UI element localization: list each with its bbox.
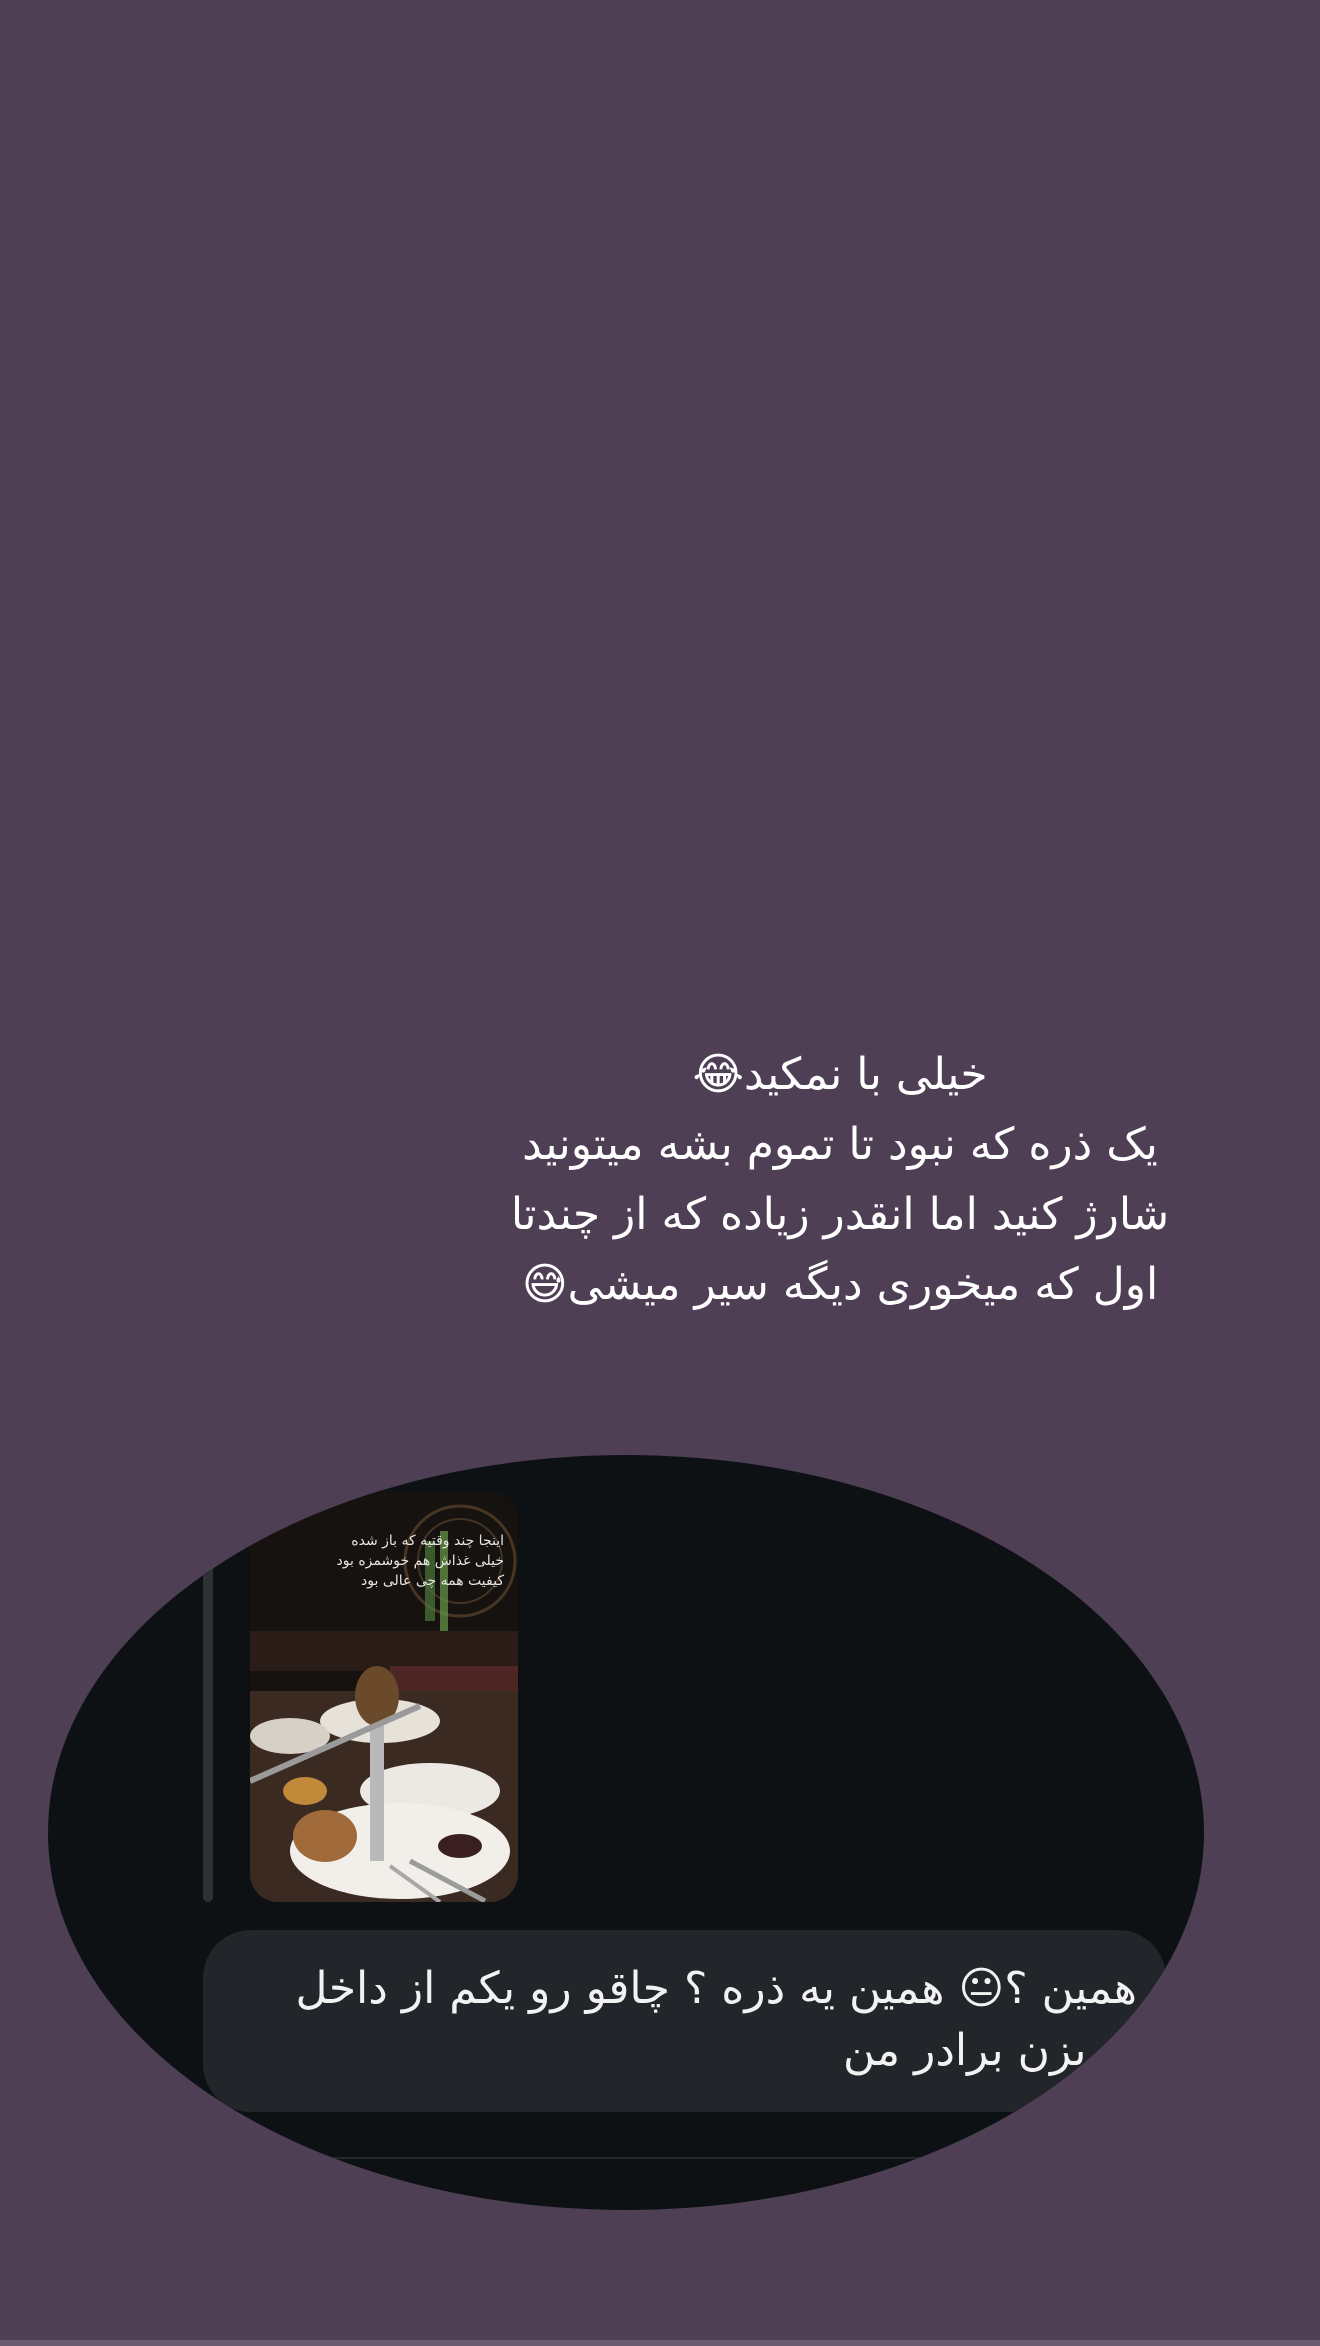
chat-oval-overlay: اینجا چند وقتیه که باز شده خیلی غذاش هم … [48,1455,1204,2210]
message-bubble[interactable]: همین ؟😐 همین یه ذره ؟ چاقو رو یکم از داخ… [203,1930,1166,2112]
home-indicator [0,2340,1320,2346]
message-text: همین ؟😐 همین یه ذره ؟ چاقو رو یکم از داخ… [295,1963,1138,2076]
shared-story-thumbnail[interactable]: اینجا چند وقتیه که باز شده خیلی غذاش هم … [250,1491,518,1902]
story-caption: خیلی با نمکید😂 یک ذره که نبود تا تموم بش… [510,1049,1170,1310]
divider [238,2157,1098,2159]
shared-story-text: اینجا چند وقتیه که باز شده خیلی غذاش هم … [336,1533,504,1589]
reply-indicator-bar [203,1547,213,1902]
